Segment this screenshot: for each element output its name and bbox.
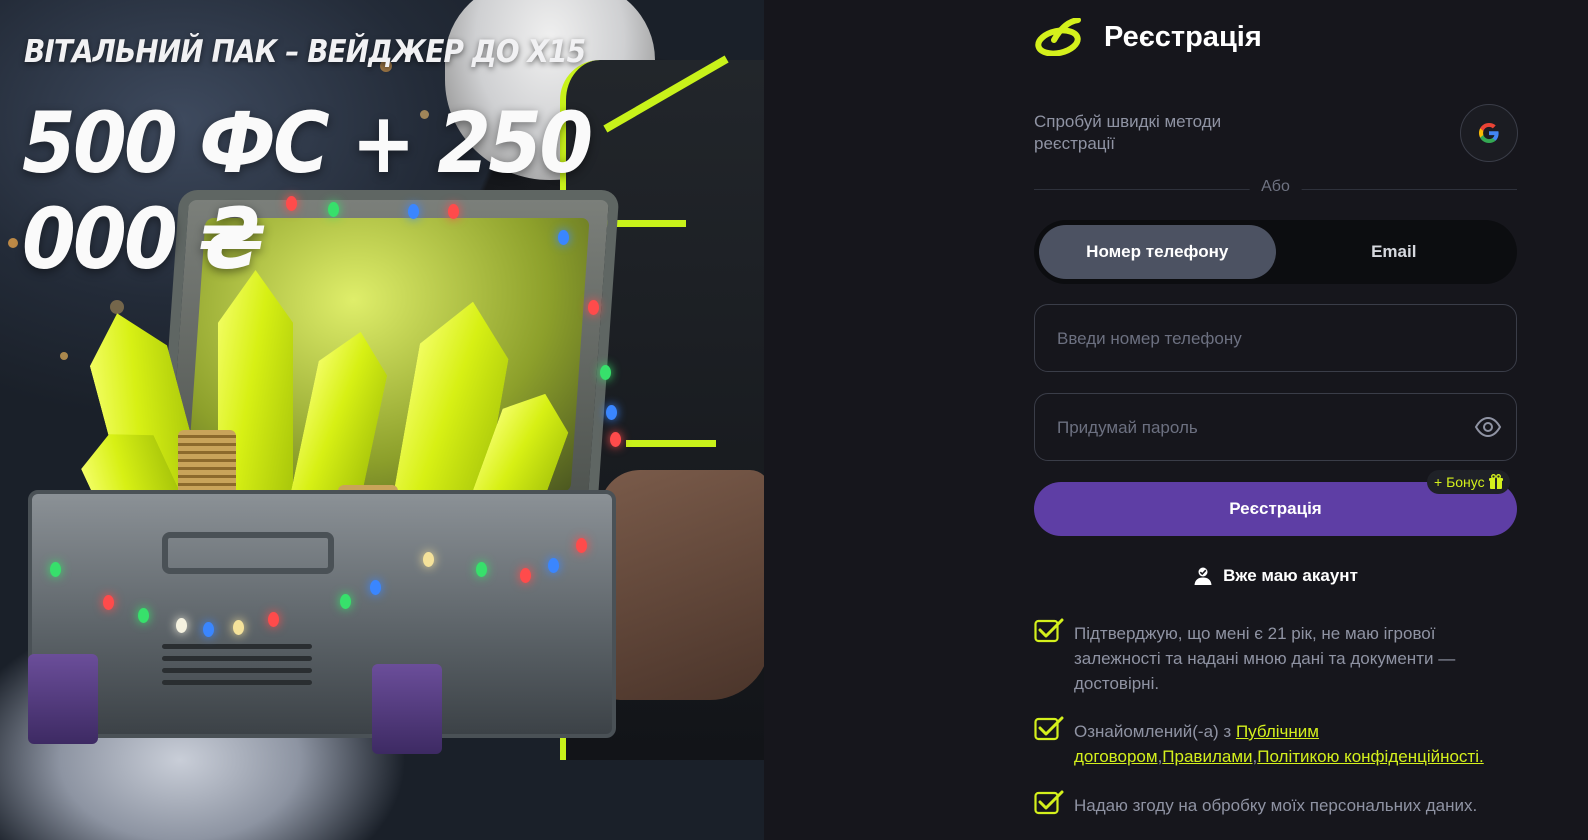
string-light <box>103 595 114 610</box>
string-light <box>600 365 611 380</box>
string-light <box>476 562 487 577</box>
chest-body <box>28 490 616 754</box>
password-input[interactable] <box>1055 394 1459 462</box>
string-light <box>340 594 351 609</box>
string-light <box>606 405 617 420</box>
divider-label: Або <box>1249 178 1302 196</box>
login-link[interactable]: Вже маю акаунт <box>1034 566 1517 586</box>
brand-logo-icon <box>1035 18 1081 56</box>
phone-field <box>1034 304 1517 373</box>
string-light <box>370 580 381 595</box>
password-field <box>1034 393 1517 462</box>
page-title: Реєстрація <box>1104 20 1262 53</box>
checkbox-checked-icon[interactable] <box>1034 617 1064 643</box>
user-icon <box>1194 567 1212 585</box>
form-header: Реєстрація <box>1034 18 1262 56</box>
tab-email[interactable]: Email <box>1276 225 1513 279</box>
bokeh-light <box>8 238 18 248</box>
string-light <box>138 608 149 623</box>
gift-icon <box>1488 474 1503 489</box>
consent-personal-data: Надаю згоду на обробку моїх персональних… <box>1034 790 1517 818</box>
string-light <box>423 552 434 567</box>
google-signup-button[interactable] <box>1460 104 1518 162</box>
login-link-label: Вже маю акаунт <box>1223 566 1358 585</box>
string-light <box>50 562 61 577</box>
tab-phone[interactable]: Номер телефону <box>1039 225 1276 279</box>
consent-age: Підтверджую, що мені є 21 рік, не маю іг… <box>1034 618 1517 696</box>
string-light <box>610 432 621 447</box>
privacy-policy-link[interactable]: Політикою конфіденційності. <box>1257 747 1483 766</box>
string-light <box>520 568 531 583</box>
string-light <box>588 300 599 315</box>
string-light <box>176 618 187 633</box>
promo-banner: ВІТАЛЬНИЙ ПАК – ВЕЙДЖЕР ДО X15 500 ФС + … <box>0 0 764 840</box>
consent-terms-prefix: Ознайомлений(-а) з <box>1074 722 1236 741</box>
consent-personal-data-text: Надаю згоду на обробку моїх персональних… <box>1074 796 1478 815</box>
signup-method-tabs: Номер телефону Email <box>1034 220 1517 284</box>
phone-input[interactable] <box>1055 305 1459 373</box>
consent-terms-text: Ознайомлений(-а) з Публічним договором,П… <box>1074 722 1484 766</box>
bonus-label: + Бонус <box>1434 474 1485 490</box>
divider: Або <box>1034 178 1517 196</box>
checkbox-checked-icon[interactable] <box>1034 715 1064 741</box>
rules-link[interactable]: Правилами <box>1162 747 1252 766</box>
string-light <box>203 622 214 637</box>
string-light <box>268 612 279 627</box>
string-light <box>576 538 587 553</box>
eye-icon[interactable] <box>1474 415 1502 439</box>
string-light <box>548 558 559 573</box>
checkbox-checked-icon[interactable] <box>1034 789 1064 815</box>
consent-age-text: Підтверджую, що мені є 21 рік, не маю іг… <box>1074 624 1456 693</box>
string-light <box>233 620 244 635</box>
quick-methods-text: Спробуй швидкі методи реєстрації <box>1034 112 1222 153</box>
promo-subtitle: ВІТАЛЬНИЙ ПАК – ВЕЙДЖЕР ДО X15 <box>24 34 586 70</box>
tattooed-arm <box>600 470 764 700</box>
consent-terms: Ознайомлений(-а) з Публічним договором,П… <box>1034 716 1517 769</box>
google-icon <box>1479 123 1499 143</box>
promo-amount: 500 ФС + 250 000 ₴ <box>22 94 593 288</box>
bonus-badge: + Бонус <box>1427 470 1510 494</box>
